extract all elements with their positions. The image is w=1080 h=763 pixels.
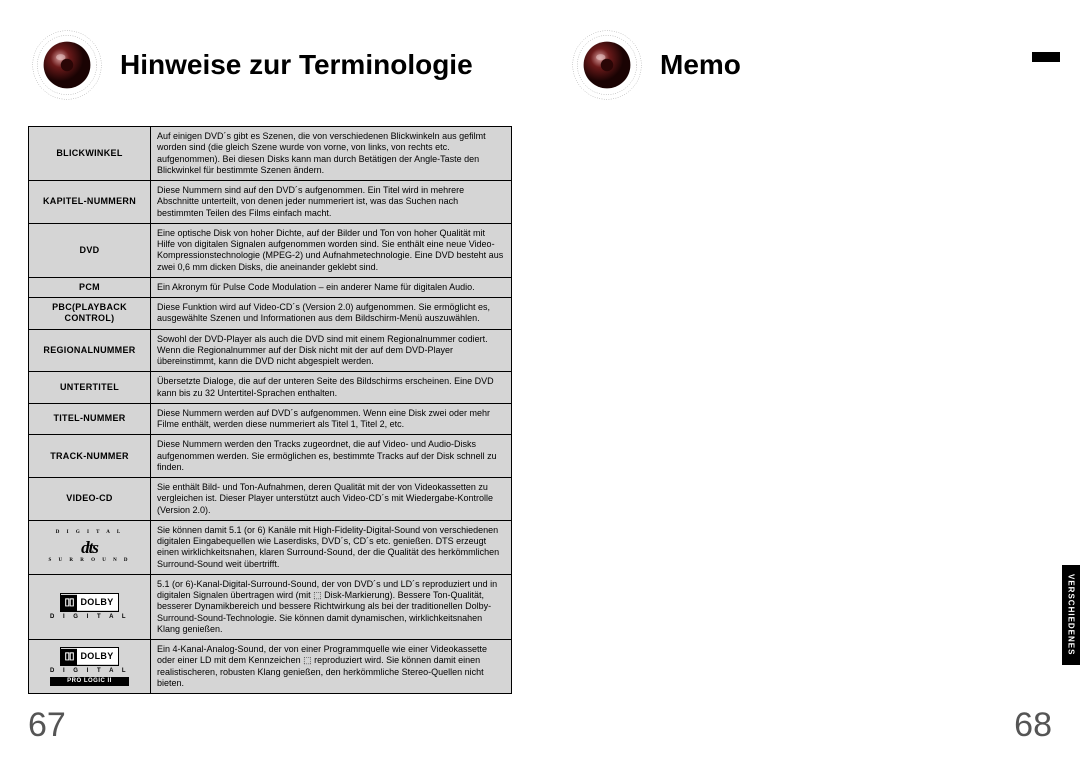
term-desc: Diese Nummern sind auf den DVD´s aufgeno…: [151, 181, 512, 224]
term-desc: Übersetzte Dialoge, die auf der unteren …: [151, 372, 512, 404]
term-label: VIDEO-CD: [29, 478, 151, 521]
dts-digital-text: D I G I T A L: [48, 530, 130, 536]
term-label: UNTERTITEL: [29, 372, 151, 404]
page-68: Memo VERSCHIEDENES 68: [540, 0, 1080, 763]
term-desc: Sie können damit 5.1 (or 6) Kanäle mit H…: [151, 520, 512, 574]
table-row: ▯▯DOLBY D I G I T A L PRO LOGIC II Ein 4…: [29, 640, 512, 694]
dts-text: dts: [48, 537, 130, 558]
term-desc: Eine optische Disk von hoher Dichte, auf…: [151, 223, 512, 277]
dolby-prologic-logo: ▯▯DOLBY D I G I T A L PRO LOGIC II: [50, 647, 129, 686]
term-label: PBC(PLAYBACK CONTROL): [29, 298, 151, 330]
term-label: TRACK-NUMMER: [29, 435, 151, 478]
page-title: Hinweise zur Terminologie: [120, 49, 473, 81]
table-row: PBC(PLAYBACK CONTROL)Diese Funktion wird…: [29, 298, 512, 330]
table-row: BLICKWINKELAuf einigen DVD´s gibt es Sze…: [29, 127, 512, 181]
term-desc: Diese Nummern werden den Tracks zugeordn…: [151, 435, 512, 478]
page-title: Memo: [660, 49, 741, 81]
table-row: PCMEin Akronym für Pulse Code Modulation…: [29, 277, 512, 297]
dolby-text: DOLBY: [77, 648, 118, 664]
dolby-text: DOLBY: [77, 594, 118, 610]
term-desc: Ein Akronym für Pulse Code Modulation – …: [151, 277, 512, 297]
table-row: KAPITEL-NUMMERNDiese Nummern sind auf de…: [29, 181, 512, 224]
table-row: TRACK-NUMMERDiese Nummern werden den Tra…: [29, 435, 512, 478]
term-desc: Sie enthält Bild- und Ton-Aufnahmen, der…: [151, 478, 512, 521]
heading-row: Hinweise zur Terminologie: [28, 26, 512, 104]
term-desc: Auf einigen DVD´s gibt es Szenen, die vo…: [151, 127, 512, 181]
speaker-icon: [568, 26, 646, 104]
section-tab: VERSCHIEDENES: [1062, 565, 1080, 665]
term-desc: Diese Nummern werden auf DVD´s aufgenomm…: [151, 403, 512, 435]
dolby-digital-logo: ▯▯DOLBY D I G I T A L: [50, 593, 129, 622]
speaker-icon: [28, 26, 106, 104]
prologic-text: PRO LOGIC II: [50, 677, 129, 687]
term-label: DVD: [29, 223, 151, 277]
dolby-prologic-logo-cell: ▯▯DOLBY D I G I T A L PRO LOGIC II: [29, 640, 151, 694]
term-label: TITEL-NUMMER: [29, 403, 151, 435]
term-desc: Ein 4-Kanal-Analog-Sound, der von einer …: [151, 640, 512, 694]
term-desc: Sowohl der DVD-Player als auch die DVD s…: [151, 329, 512, 372]
top-black-bar: [1032, 52, 1060, 62]
table-row: TITEL-NUMMERDiese Nummern werden auf DVD…: [29, 403, 512, 435]
term-label: PCM: [29, 277, 151, 297]
page-67: Hinweise zur Terminologie BLICKWINKELAuf…: [0, 0, 540, 763]
terminology-table: BLICKWINKELAuf einigen DVD´s gibt es Sze…: [28, 126, 512, 694]
digital-text: D I G I T A L: [50, 614, 129, 622]
dts-logo: D I G I T A L dts S U R R O U N D: [48, 530, 130, 564]
page-number: 68: [1014, 706, 1052, 745]
page-number: 67: [28, 706, 66, 745]
dolby-d-icon: ▯▯: [61, 595, 76, 611]
dts-surround-text: S U R R O U N D: [48, 558, 130, 564]
dolby-digital-logo-cell: ▯▯DOLBY D I G I T A L: [29, 574, 151, 639]
digital-text: D I G I T A L: [50, 668, 129, 676]
dts-logo-cell: D I G I T A L dts S U R R O U N D: [29, 520, 151, 574]
term-desc: 5.1 (or 6)-Kanal-Digital-Surround-Sound,…: [151, 574, 512, 639]
table-row: ▯▯DOLBY D I G I T A L 5.1 (or 6)-Kanal-D…: [29, 574, 512, 639]
table-row: REGIONALNUMMERSowohl der DVD-Player als …: [29, 329, 512, 372]
table-row: UNTERTITELÜbersetzte Dialoge, die auf de…: [29, 372, 512, 404]
term-label: KAPITEL-NUMMERN: [29, 181, 151, 224]
dolby-d-icon: ▯▯: [61, 649, 76, 665]
table-row: VIDEO-CDSie enthält Bild- und Ton-Aufnah…: [29, 478, 512, 521]
table-row: D I G I T A L dts S U R R O U N D Sie kö…: [29, 520, 512, 574]
term-desc: Diese Funktion wird auf Video-CD´s (Vers…: [151, 298, 512, 330]
term-label: REGIONALNUMMER: [29, 329, 151, 372]
term-label: BLICKWINKEL: [29, 127, 151, 181]
heading-row: Memo: [568, 26, 1052, 104]
table-row: DVDEine optische Disk von hoher Dichte, …: [29, 223, 512, 277]
